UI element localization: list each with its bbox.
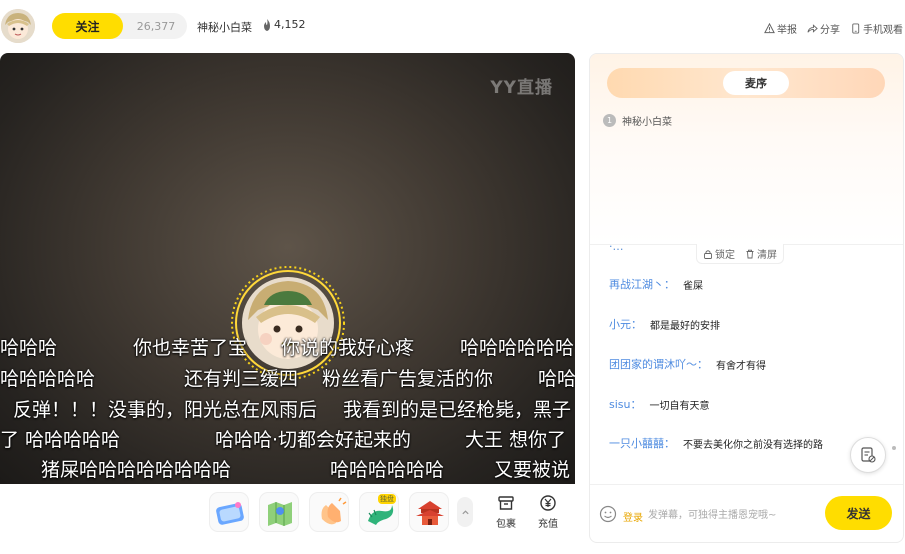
recharge-label: 充值: [538, 519, 558, 530]
chat-user-name[interactable]: 再战江湖丶：: [609, 276, 675, 292]
chat-text: 有舍才有得: [716, 360, 766, 372]
lock-label: 锁定: [715, 250, 735, 261]
gift-item-dragon[interactable]: 独盘: [359, 492, 399, 532]
follow-group: 关注 26,377: [52, 13, 187, 39]
danmaku-item: 哈哈哈: [0, 337, 58, 359]
side-panel: 麦序 1 神秘小白菜 ·… 锁定 清屏 再战江湖丶： 雀屎 小元： 都是最好的安…: [589, 53, 904, 543]
heat-value: 4,152: [274, 18, 306, 31]
chat-message: 再战江湖丶： 雀屎: [609, 276, 703, 292]
danmaku-item: 哈哈: [538, 368, 575, 390]
follow-button[interactable]: 关注: [52, 13, 123, 39]
share-label: 分享: [820, 25, 840, 36]
chat-settings-button[interactable]: [850, 437, 886, 473]
flame-icon: [264, 18, 270, 31]
chat-text: 都是最好的安排: [650, 320, 720, 332]
danmaku-item: 还有判三缓四: [184, 368, 299, 390]
package-label: 包裹: [496, 519, 516, 530]
danmaku-item: 我看到的是已经枪毙，黑子: [343, 399, 572, 421]
mobile-watch-label: 手机观看: [863, 25, 903, 36]
danmaku-item: 哈哈哈哈哈: [25, 429, 121, 451]
report-label: 举报: [777, 25, 797, 36]
lock-button[interactable]: 锁定: [703, 246, 735, 261]
report-button[interactable]: 举报: [764, 21, 797, 36]
chat-message: 团团家的谓沐吖～： 有舍才有得: [609, 356, 766, 372]
host-avatar[interactable]: [1, 9, 35, 43]
gift-badge: 独盘: [378, 494, 396, 504]
panel-tabs: 麦序: [607, 68, 885, 98]
follower-count: 26,377: [136, 19, 176, 33]
live-room-page: 关注 26,377 神秘小白菜 4,152 举报 分享 手机观看 YY直播 哈哈…: [0, 0, 905, 554]
danmaku-item: 你也幸苦了宝: [133, 337, 248, 359]
chat-controls: 锁定 清屏: [696, 244, 784, 264]
recharge-button[interactable]: 充值: [533, 494, 563, 530]
share-button[interactable]: 分享: [807, 21, 840, 36]
login-link[interactable]: 登录: [623, 509, 643, 524]
clear-screen-button[interactable]: 清屏: [745, 246, 777, 261]
danmaku-item: 哈哈哈·切都会好起来的: [215, 429, 412, 451]
chat-text: 雀屎: [683, 280, 703, 292]
host-name[interactable]: 神秘小白菜: [197, 19, 252, 35]
danmaku-item: 大王 想你了: [465, 429, 567, 451]
danmaku-item: 哈哈哈哈哈: [0, 368, 96, 390]
trash-icon: [746, 249, 754, 258]
mic-queue-area: 麦序 1 神秘小白菜: [590, 54, 903, 244]
pavilion-icon: [416, 501, 444, 525]
gift-card-icon: [216, 502, 244, 525]
yuan-coin-icon: [540, 495, 556, 511]
yy-watermark: YY直播: [490, 78, 553, 98]
gift-map-icon: [268, 502, 292, 526]
mic-queue-item[interactable]: 1 神秘小白菜: [603, 113, 672, 128]
heat-indicator: 4,152: [262, 18, 306, 31]
danmaku-input[interactable]: [648, 507, 818, 523]
chat-user-name[interactable]: 团团家的谓沐吖～：: [609, 356, 708, 372]
panel-edge-dot: [892, 446, 896, 450]
queue-rank: 1: [603, 114, 616, 127]
package-button[interactable]: 包裹: [491, 494, 521, 530]
package-icon: [498, 496, 514, 510]
send-button[interactable]: 发送: [825, 496, 892, 530]
gift-item-clap[interactable]: [309, 492, 349, 532]
gift-item-pavilion[interactable]: [409, 492, 449, 532]
chevron-up-icon: [461, 509, 469, 514]
tab-mic-queue[interactable]: 麦序: [723, 71, 789, 95]
chat-message: sisu： 一切自有天意: [609, 396, 710, 412]
danmaku-item: 反弹！！！没事的，阳光总在风雨后: [13, 399, 318, 421]
danmaku-item: 了: [0, 429, 20, 451]
chat-user-name[interactable]: sisu：: [609, 396, 642, 412]
gift-item-card[interactable]: [209, 492, 249, 532]
danmaku-item: 粉丝看广告复活的你: [322, 368, 494, 390]
chat-user-name[interactable]: 小元：: [609, 316, 642, 332]
chat-user-name[interactable]: 一只小囍囍：: [609, 435, 675, 451]
top-actions: 举报 分享 手机观看: [764, 21, 903, 36]
gift-bar: 独盘 包裹 充值: [0, 484, 575, 541]
warning-icon: [764, 23, 775, 34]
emoji-icon[interactable]: [599, 505, 617, 523]
chat-message: 一只小囍囍： 不要去美化你之前没有选择的路: [609, 435, 823, 451]
clap-hand-icon: [321, 497, 347, 525]
chat-filter-icon: [861, 447, 876, 463]
gift-item-map[interactable]: [259, 492, 299, 532]
danmaku-item: 又要被说: [494, 459, 571, 481]
gift-more-button[interactable]: [457, 497, 473, 527]
danmaku-item: 猪屎哈哈哈哈哈哈哈哈: [41, 459, 232, 481]
danmaku-item: 哈哈哈哈哈哈: [330, 459, 445, 481]
lock-icon: [704, 249, 712, 259]
mobile-watch-button[interactable]: 手机观看: [850, 21, 903, 36]
video-player[interactable]: YY直播 哈哈哈 你也幸苦了宝 你说的我好心疼 哈哈哈哈哈哈 哈哈哈哈哈 还有判…: [0, 53, 575, 484]
danmaku-item: 你说的我好心疼: [281, 337, 415, 359]
share-icon: [807, 24, 818, 33]
chat-partial-line: ·…: [609, 240, 624, 253]
clear-screen-label: 清屏: [757, 250, 777, 261]
room-header: 关注 26,377 神秘小白菜 4,152 举报 分享 手机观看: [0, 0, 905, 52]
chat-text: 不要去美化你之前没有选择的路: [683, 439, 823, 451]
phone-icon: [852, 23, 860, 34]
danmaku-item: 哈哈哈哈哈哈: [460, 337, 575, 359]
chat-text: 一切自有天意: [649, 400, 710, 412]
chat-message: 小元： 都是最好的安排: [609, 316, 720, 332]
queue-user-name: 神秘小白菜: [622, 117, 672, 128]
chat-input-bar: 登录 发送: [590, 484, 903, 542]
